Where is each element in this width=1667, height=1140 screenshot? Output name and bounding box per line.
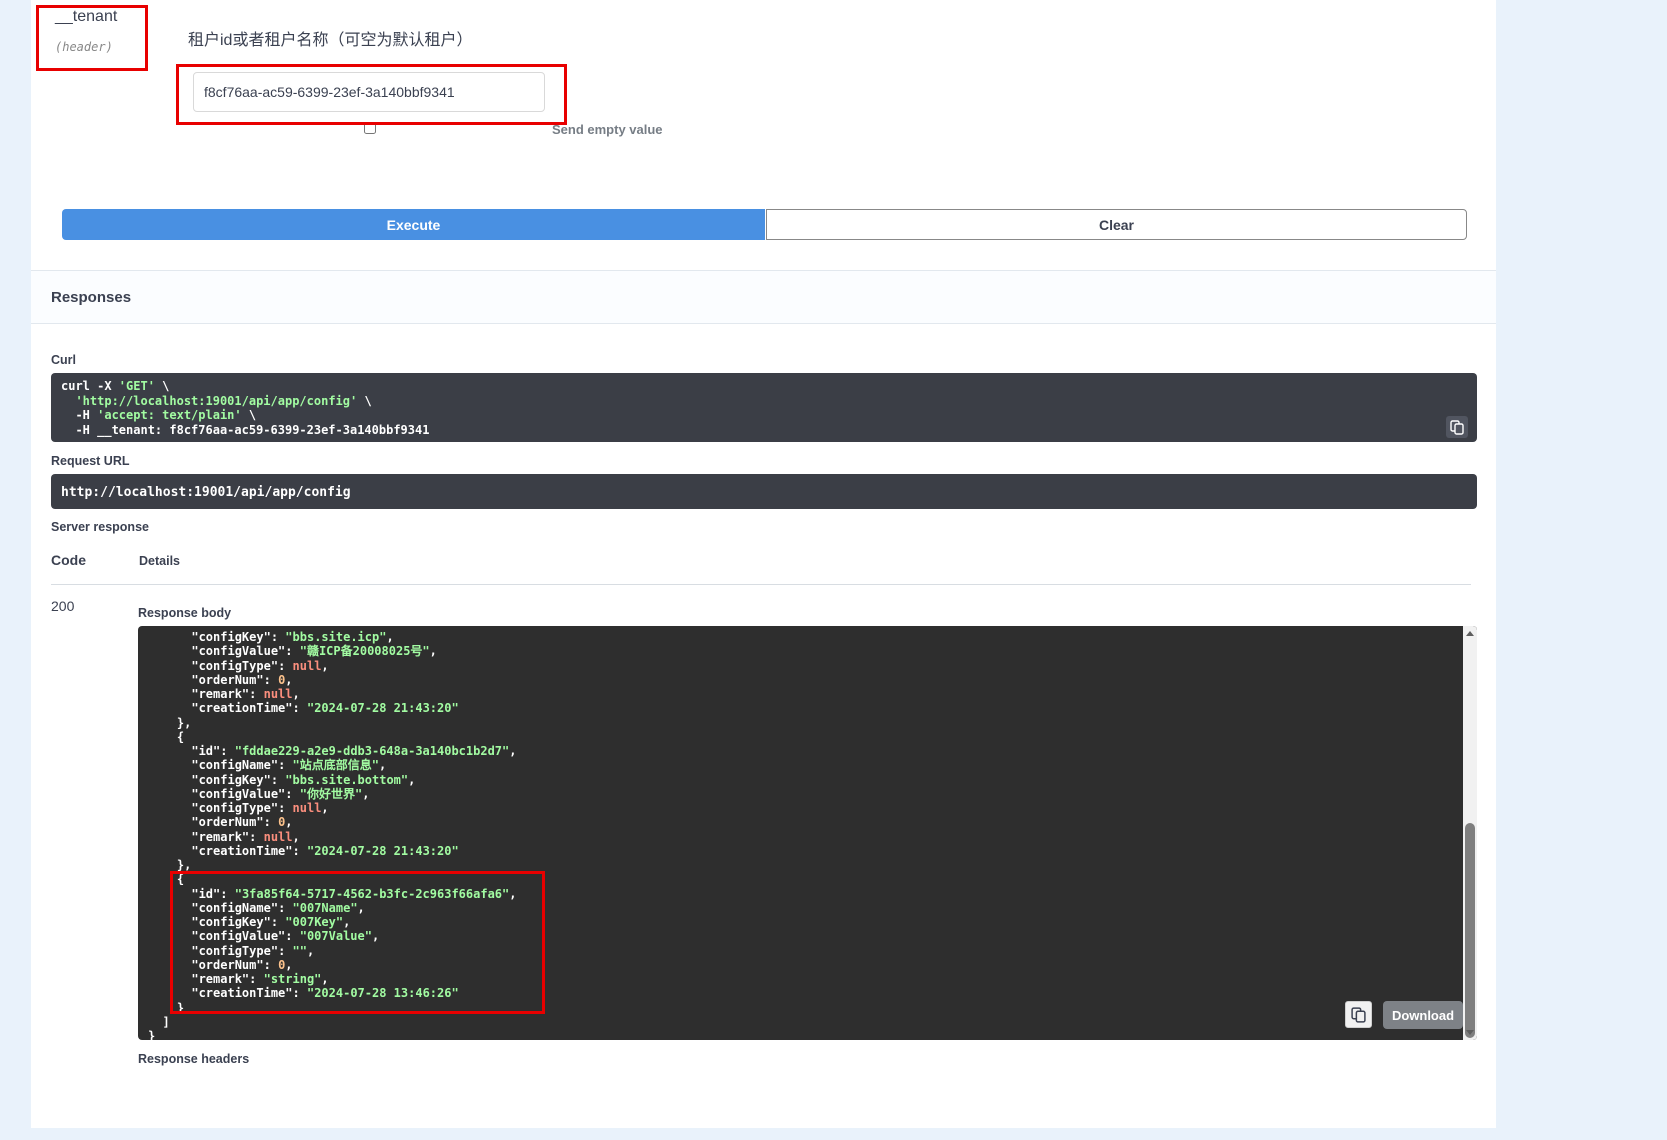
clipboard-icon bbox=[1450, 420, 1464, 435]
response-scrollbar[interactable] bbox=[1463, 626, 1477, 1040]
request-url-block: http://localhost:19001/api/app/config bbox=[51, 474, 1477, 509]
curl-block: curl -X 'GET' \ 'http://localhost:19001/… bbox=[51, 373, 1477, 442]
response-body-text: "configKey": "bbs.site.icp", "configValu… bbox=[138, 626, 1463, 1040]
parameter-location: (header) bbox=[55, 40, 113, 54]
tenant-input[interactable] bbox=[193, 72, 545, 112]
scroll-up-icon[interactable] bbox=[1463, 626, 1477, 641]
scrollbar-thumb[interactable] bbox=[1465, 823, 1475, 1038]
execute-button[interactable]: Execute bbox=[62, 209, 765, 240]
parameter-description: 租户id或者租户名称（可空为默认租户） bbox=[188, 26, 472, 50]
request-url-value: http://localhost:19001/api/app/config bbox=[61, 485, 351, 500]
curl-command-text: curl -X 'GET' \ 'http://localhost:19001/… bbox=[61, 379, 1467, 437]
response-headers-label: Response headers bbox=[138, 1052, 249, 1066]
responses-section-header: Responses bbox=[31, 270, 1496, 324]
request-url-label: Request URL bbox=[51, 454, 129, 468]
clear-button[interactable]: Clear bbox=[766, 209, 1467, 240]
send-empty-checkbox[interactable] bbox=[364, 122, 376, 134]
details-column-header: Details bbox=[139, 554, 180, 568]
response-body-label: Response body bbox=[138, 606, 231, 620]
response-body-block: "configKey": "bbs.site.icp", "configValu… bbox=[138, 626, 1477, 1040]
copy-curl-button[interactable] bbox=[1446, 416, 1468, 438]
status-code: 200 bbox=[51, 598, 74, 614]
opblock-body: __tenant (header) 租户id或者租户名称（可空为默认租户） Se… bbox=[31, 0, 1496, 1128]
code-column-header: Code bbox=[51, 552, 86, 568]
clipboard-icon bbox=[1351, 1007, 1366, 1023]
parameter-name: __tenant bbox=[55, 8, 117, 26]
send-empty-label: Send empty value bbox=[552, 122, 663, 137]
responses-title: Responses bbox=[51, 289, 131, 306]
curl-label: Curl bbox=[51, 353, 76, 367]
scroll-down-icon[interactable] bbox=[1463, 1025, 1477, 1040]
download-button[interactable]: Download bbox=[1383, 1001, 1463, 1029]
table-header-divider bbox=[51, 584, 1471, 585]
server-response-label: Server response bbox=[51, 520, 149, 534]
copy-response-button[interactable] bbox=[1345, 1001, 1372, 1028]
